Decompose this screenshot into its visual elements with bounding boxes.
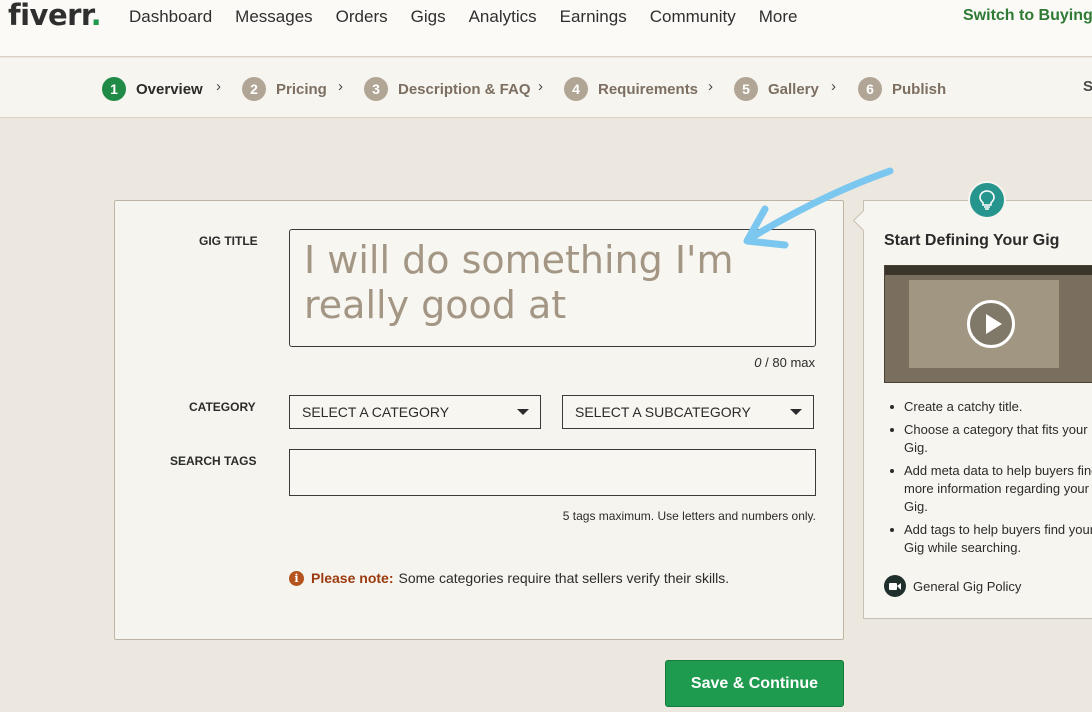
title-char-counter: 0 / 80 max: [715, 355, 815, 370]
tags-hint: 5 tags maximum. Use letters and numbers …: [562, 509, 816, 523]
note-text: Some categories require that sellers ver…: [398, 570, 730, 586]
step-label: Requirements: [598, 80, 699, 98]
chevron-right-icon: ›: [831, 78, 836, 95]
main-nav: Dashboard Messages Orders Gigs Analytics…: [129, 7, 820, 27]
nav-messages[interactable]: Messages: [235, 7, 312, 27]
nav-gigs[interactable]: Gigs: [411, 7, 446, 27]
step-label: Gallery: [768, 80, 819, 98]
step-description-faq[interactable]: 3 Description & FAQ: [364, 77, 531, 101]
gig-title-label: GIG TITLE: [199, 234, 258, 248]
tutorial-video-thumbnail[interactable]: [884, 265, 1092, 383]
note-heading: Please note:: [311, 570, 394, 586]
tip-item: Add tags to help buyers find your Gig wh…: [888, 521, 1092, 557]
step-number: 4: [564, 77, 588, 101]
fiverr-logo[interactable]: fiverr.: [8, 0, 102, 32]
step-label: Pricing: [276, 80, 327, 98]
step-number: 2: [242, 77, 266, 101]
verification-note: i Please note: Some categories require t…: [289, 570, 729, 586]
title-count: 0: [754, 355, 762, 370]
chevron-right-icon: ›: [708, 78, 713, 95]
search-tags-field[interactable]: [289, 449, 816, 496]
category-label: CATEGORY: [189, 400, 256, 414]
nav-orders[interactable]: Orders: [336, 7, 388, 27]
tips-list: Create a catchy title. Choose a category…: [888, 398, 1092, 562]
title-max: / 80 max: [761, 355, 815, 370]
tip-panel: Start Defining Your Gig Create a catchy …: [863, 200, 1092, 619]
caret-down-icon: [517, 409, 529, 415]
subcategory-select[interactable]: SELECT A SUBCATEGORY: [562, 395, 814, 429]
caret-down-icon: [790, 409, 802, 415]
save-and-continue-button[interactable]: Save & Continue: [665, 660, 844, 707]
step-requirements[interactable]: 4 Requirements: [564, 77, 698, 101]
gig-steps-bar: 1 Overview › 2 Pricing › 3 Description &…: [0, 58, 1092, 118]
subcategory-select-value: SELECT A SUBCATEGORY: [575, 404, 751, 420]
annotation-arrow-icon: [743, 167, 894, 249]
chevron-right-icon: ›: [338, 78, 343, 95]
gig-title-input[interactable]: [304, 238, 801, 338]
save-link-partial[interactable]: Sa: [1083, 78, 1092, 95]
nav-analytics[interactable]: Analytics: [469, 7, 537, 27]
logo-text: fiverr: [8, 0, 91, 32]
step-gallery[interactable]: 5 Gallery: [734, 77, 819, 101]
video-camera-icon: [884, 575, 906, 597]
step-number: 5: [734, 77, 758, 101]
step-number: 1: [102, 77, 126, 101]
switch-to-buying-link[interactable]: Switch to Buying: [963, 7, 1092, 25]
logo-dot: .: [90, 0, 102, 32]
category-select-value: SELECT A CATEGORY: [302, 404, 450, 420]
step-label: Publish: [892, 80, 947, 98]
tip-item: Create a catchy title.: [888, 398, 1092, 416]
nav-earnings[interactable]: Earnings: [560, 7, 627, 27]
video-toolbar: [885, 266, 1092, 275]
tip-item: Choose a category that fits your Gig.: [888, 421, 1092, 457]
chevron-right-icon: ›: [216, 78, 221, 95]
search-tags-label: SEARCH TAGS: [170, 454, 257, 468]
category-select[interactable]: SELECT A CATEGORY: [289, 395, 541, 429]
nav-more[interactable]: More: [759, 7, 798, 27]
step-number: 6: [858, 77, 882, 101]
gig-overview-form: GIG TITLE 0 / 80 max CATEGORY SELECT A C…: [114, 200, 844, 640]
step-pricing[interactable]: 2 Pricing: [242, 77, 327, 101]
step-label: Description & FAQ: [398, 80, 531, 98]
step-number: 3: [364, 77, 388, 101]
play-icon[interactable]: [967, 300, 1015, 348]
tip-item: Add meta data to help buyers find more i…: [888, 462, 1092, 516]
chevron-right-icon: ›: [538, 78, 543, 95]
step-label: Overview: [136, 80, 203, 98]
search-tags-input[interactable]: [290, 450, 815, 495]
lightbulb-icon: [968, 181, 1006, 219]
top-navigation-bar: fiverr. Dashboard Messages Orders Gigs A…: [0, 0, 1092, 57]
nav-dashboard[interactable]: Dashboard: [129, 7, 212, 27]
policy-link-label: General Gig Policy: [913, 578, 1022, 594]
step-overview[interactable]: 1 Overview: [102, 77, 203, 101]
info-icon: i: [289, 570, 304, 586]
nav-community[interactable]: Community: [650, 7, 736, 27]
tip-title: Start Defining Your Gig: [884, 232, 1060, 249]
general-gig-policy-link[interactable]: General Gig Policy: [884, 575, 1021, 597]
step-publish[interactable]: 6 Publish: [858, 77, 946, 101]
